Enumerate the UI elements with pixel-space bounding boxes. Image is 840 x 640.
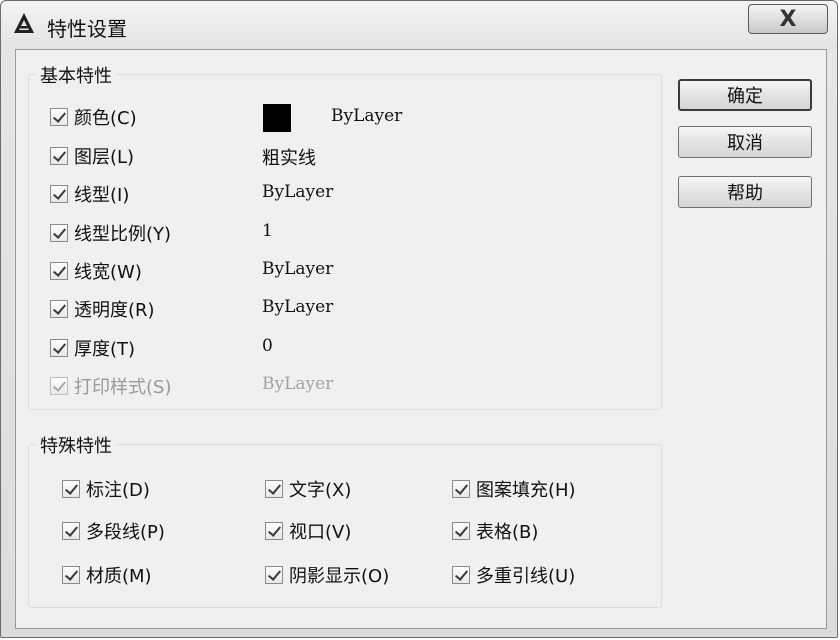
- lineweight-value: ByLayer: [262, 259, 334, 279]
- dimension-checkbox[interactable]: [62, 480, 80, 498]
- viewport-label: 视口(V): [289, 522, 352, 543]
- basic-item-linetype-scale[interactable]: 线型比例(Y): [50, 220, 171, 246]
- color-label: 颜色(C): [74, 108, 137, 129]
- shadow-display-checkbox[interactable]: [265, 566, 283, 584]
- special-item-multileader[interactable]: 多重引线(U): [452, 562, 575, 588]
- linetype-scale-value: 1: [262, 221, 273, 241]
- autocad-logo-icon: [14, 13, 34, 33]
- layer-label: 图层(L): [74, 147, 135, 168]
- basic-properties-title: 基本特性: [36, 62, 116, 88]
- transparency-value: ByLayer: [262, 297, 334, 317]
- lineweight-checkbox[interactable]: [50, 262, 68, 280]
- special-item-material[interactable]: 材质(M): [62, 562, 152, 588]
- color-value: ByLayer: [331, 106, 403, 126]
- plot-style-label: 打印样式(S): [74, 377, 172, 398]
- ok-button[interactable]: 确定: [678, 79, 812, 111]
- hatch-label: 图案填充(H): [476, 480, 576, 501]
- hatch-checkbox[interactable]: [452, 480, 470, 498]
- basic-item-thickness[interactable]: 厚度(T): [50, 335, 135, 361]
- dimension-label: 标注(D): [86, 480, 150, 501]
- material-checkbox[interactable]: [62, 566, 80, 584]
- linetype-scale-checkbox[interactable]: [50, 224, 68, 242]
- thickness-checkbox[interactable]: [50, 339, 68, 357]
- text-label: 文字(X): [289, 480, 352, 501]
- linetype-value: ByLayer: [262, 182, 334, 202]
- basic-item-color[interactable]: 颜色(C): [50, 104, 137, 130]
- basic-item-plot-style: 打印样式(S): [50, 373, 171, 399]
- special-item-text[interactable]: 文字(X): [265, 476, 351, 502]
- color-swatch: [263, 104, 291, 132]
- multileader-label: 多重引线(U): [476, 566, 576, 587]
- special-properties-title: 特殊特性: [36, 432, 116, 458]
- polyline-checkbox[interactable]: [62, 522, 80, 540]
- polyline-label: 多段线(P): [86, 522, 165, 543]
- special-item-table[interactable]: 表格(B): [452, 518, 538, 544]
- basic-item-linetype[interactable]: 线型(I): [50, 181, 129, 207]
- basic-item-transparency[interactable]: 透明度(R): [50, 296, 155, 322]
- basic-item-layer[interactable]: 图层(L): [50, 143, 134, 169]
- basic-item-lineweight[interactable]: 线宽(W): [50, 258, 142, 284]
- linetype-label: 线型(I): [74, 185, 130, 206]
- material-label: 材质(M): [86, 566, 152, 587]
- title-bar[interactable]: 特性设置 X: [1, 1, 837, 49]
- table-label: 表格(B): [476, 522, 539, 543]
- table-checkbox[interactable]: [452, 522, 470, 540]
- special-item-dimension[interactable]: 标注(D): [62, 476, 150, 502]
- multileader-checkbox[interactable]: [452, 566, 470, 584]
- viewport-checkbox[interactable]: [265, 522, 283, 540]
- thickness-value: 0: [262, 336, 273, 356]
- layer-checkbox[interactable]: [50, 147, 68, 165]
- plot-style-checkbox: [50, 377, 68, 395]
- transparency-label: 透明度(R): [74, 300, 155, 321]
- special-item-hatch[interactable]: 图案填充(H): [452, 476, 576, 502]
- transparency-checkbox[interactable]: [50, 300, 68, 318]
- close-button[interactable]: X: [748, 4, 828, 34]
- shadow-display-label: 阴影显示(O): [289, 566, 390, 587]
- special-item-viewport[interactable]: 视口(V): [265, 518, 351, 544]
- thickness-label: 厚度(T): [74, 339, 136, 360]
- help-button[interactable]: 帮助: [678, 176, 812, 208]
- linetype-scale-label: 线型比例(Y): [74, 224, 172, 245]
- linetype-checkbox[interactable]: [50, 185, 68, 203]
- plot-style-value: ByLayer: [262, 374, 334, 394]
- special-item-shadow-display[interactable]: 阴影显示(O): [265, 562, 389, 588]
- cancel-button[interactable]: 取消: [678, 126, 812, 158]
- window-title: 特性设置: [47, 17, 127, 41]
- special-item-polyline[interactable]: 多段线(P): [62, 518, 165, 544]
- layer-value: 粗实线: [262, 148, 316, 169]
- dialog-body: 基本特性 颜色(C) ByLayer 图层(L) 粗实线 线型(I) ByLay…: [15, 49, 827, 629]
- color-checkbox[interactable]: [50, 108, 68, 126]
- properties-settings-dialog: 特性设置 X 基本特性 颜色(C) ByLayer 图层(L) 粗实线 线型(I…: [0, 0, 838, 638]
- text-checkbox[interactable]: [265, 480, 283, 498]
- lineweight-label: 线宽(W): [74, 262, 142, 283]
- close-icon: X: [779, 6, 797, 32]
